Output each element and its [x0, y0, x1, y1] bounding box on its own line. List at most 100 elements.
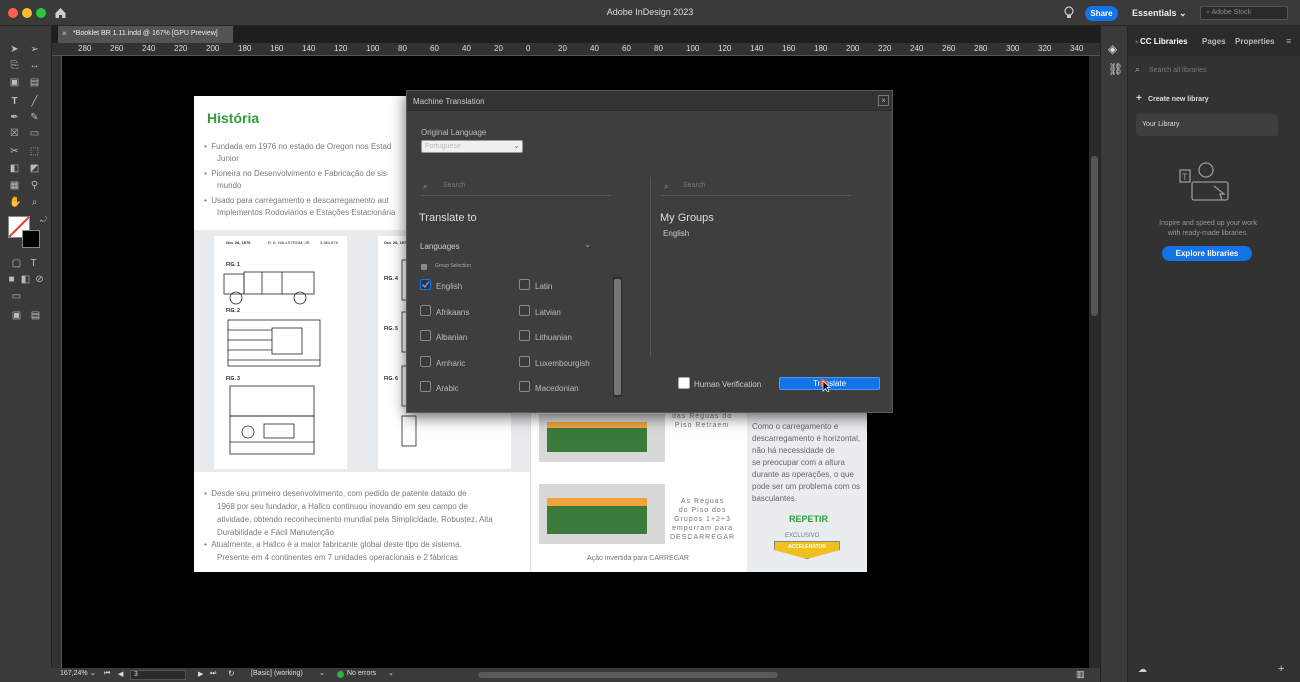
dialog-close-icon[interactable]: ×: [878, 95, 889, 106]
checkbox-lithuanian[interactable]: [519, 330, 530, 341]
page-tool-icon[interactable]: ⎘: [9, 60, 20, 71]
library-search-input[interactable]: Search all libraries: [1149, 67, 1207, 74]
chevron-down-icon[interactable]: ⌄: [584, 239, 592, 250]
close-tab-icon[interactable]: ×: [1135, 40, 1139, 46]
chevron-down-icon[interactable]: ⌄: [388, 669, 394, 677]
tab-pages[interactable]: Pages: [1202, 37, 1226, 46]
content-placer-icon[interactable]: ▤: [29, 77, 40, 88]
first-page-icon[interactable]: ⏮: [104, 670, 110, 678]
next-page-icon[interactable]: ▶: [198, 670, 203, 678]
checkbox-latin[interactable]: [519, 279, 530, 290]
group-item-english[interactable]: English: [663, 229, 689, 238]
formatting-container-icon[interactable]: ▢: [11, 258, 22, 269]
split-view-icon[interactable]: ▥: [1076, 669, 1085, 680]
workspace-switcher[interactable]: Essentials ⌄: [1132, 8, 1187, 19]
apply-color-icon[interactable]: ■: [6, 274, 17, 285]
scrollbar-thumb[interactable]: [1091, 156, 1098, 316]
ruler-tick: 120: [718, 44, 732, 53]
group-selection-checkbox[interactable]: [421, 264, 427, 270]
ruler-tick: 220: [174, 44, 188, 53]
panel-menu-icon[interactable]: ≡: [1286, 36, 1291, 46]
vertical-ruler[interactable]: [52, 56, 62, 668]
language-list-scrollbar[interactable]: [613, 277, 622, 397]
cloud-icon[interactable]: ☁: [1138, 664, 1147, 675]
plus-icon[interactable]: +: [1136, 93, 1142, 104]
share-button[interactable]: Share: [1085, 6, 1118, 21]
selection-tool-icon[interactable]: ➤: [9, 44, 20, 55]
swap-colors-icon[interactable]: ⤾: [38, 214, 49, 225]
workspace-label: Essentials: [1132, 8, 1177, 18]
horizontal-scrollbar[interactable]: [478, 672, 778, 678]
free-transform-tool-icon[interactable]: ⬚: [29, 146, 40, 157]
adobe-stock-search[interactable]: ⌕ Adobe Stock: [1200, 6, 1288, 20]
original-language-select[interactable]: Portuguese ⌄: [421, 140, 523, 153]
gap-tool-icon[interactable]: ↔: [29, 60, 40, 71]
screen-mode-icon[interactable]: ▭: [11, 291, 22, 302]
horizontal-ruler[interactable]: 280 260 240 220 200 180 160 140 120 100 80 60 40 20 0 2…: [52, 43, 1100, 56]
create-new-library-button[interactable]: Create new library: [1148, 96, 1209, 103]
zoom-field[interactable]: 167,24%: [60, 670, 92, 680]
layers-icon[interactable]: ◈: [1108, 42, 1117, 56]
type-tool-icon[interactable]: T: [9, 96, 20, 107]
checkbox-afrikaans[interactable]: [420, 305, 431, 316]
text-line: não há necessidade de: [752, 446, 835, 455]
vertical-scrollbar[interactable]: [1089, 56, 1100, 668]
normal-mode-icon[interactable]: ▣: [11, 310, 22, 321]
checkbox-luxembourgish[interactable]: [519, 356, 530, 367]
ruler-tick: 220: [878, 44, 892, 53]
hand-tool-icon[interactable]: ✋: [9, 197, 21, 208]
scrollbar-thumb[interactable]: [614, 279, 621, 395]
preflight-refresh-icon[interactable]: ↻: [228, 669, 235, 678]
cursor-icon: [819, 379, 831, 392]
chevron-down-icon[interactable]: ⌄: [90, 669, 96, 677]
direct-selection-tool-icon[interactable]: ➢: [29, 44, 40, 55]
checkbox-albanian[interactable]: [420, 330, 431, 341]
document-tab[interactable]: × *Booklet BR 1.11.indd @ 167% [GPU Prev…: [58, 26, 234, 43]
gradient-swatch-tool-icon[interactable]: ◧: [9, 163, 20, 174]
preview-mode-icon[interactable]: ▤: [30, 310, 41, 321]
eyedropper-tool-icon[interactable]: ⚲: [29, 180, 40, 191]
text-line: basculantes.: [752, 494, 797, 503]
ruler-tick: 280: [78, 44, 92, 53]
apply-none-icon[interactable]: ⊘: [34, 274, 45, 285]
pen-tool-icon[interactable]: ✒: [9, 112, 20, 123]
checkbox-amharic[interactable]: [420, 356, 431, 367]
content-collector-icon[interactable]: ▣: [9, 77, 20, 88]
your-library-item[interactable]: Your Library: [1136, 114, 1278, 136]
checkbox-english[interactable]: [420, 279, 431, 290]
lightbulb-icon[interactable]: [1064, 6, 1074, 20]
chevron-down-icon[interactable]: ⌄: [319, 669, 325, 677]
note-tool-icon[interactable]: ▦: [9, 180, 20, 191]
stroke-swatch[interactable]: [22, 230, 40, 248]
close-tab-icon[interactable]: ×: [62, 29, 67, 38]
search-input-left[interactable]: Search: [443, 182, 465, 189]
languages-label: Languages: [420, 242, 460, 251]
checkbox-arabic[interactable]: [420, 381, 431, 392]
scissors-tool-icon[interactable]: ✂: [9, 146, 20, 157]
zoom-tool-icon[interactable]: ⌕: [29, 197, 40, 208]
links-icon[interactable]: ⛓: [1108, 62, 1123, 76]
checkbox-latvian[interactable]: [519, 305, 530, 316]
checkbox-macedonian[interactable]: [519, 381, 530, 392]
preflight-profile[interactable]: [Basic] (working): [251, 670, 303, 677]
search-input-right[interactable]: Search: [683, 182, 705, 189]
formatting-text-icon[interactable]: T: [28, 258, 39, 269]
error-status[interactable]: No errors: [347, 670, 376, 677]
tab-cc-libraries[interactable]: CC Libraries: [1140, 37, 1188, 46]
rectangle-frame-tool-icon[interactable]: ☒: [9, 128, 20, 139]
line-tool-icon[interactable]: ╱: [29, 96, 40, 107]
tab-properties[interactable]: Properties: [1235, 37, 1287, 46]
status-bar: 167,24% ⌄ ⏮ ◀ 3 ▶ ⏭ ↻ [Basic] (working) …: [52, 668, 1100, 682]
lang-label: Afrikaans: [436, 308, 470, 317]
rectangle-tool-icon[interactable]: ▭: [29, 128, 40, 139]
dialog-title-bar[interactable]: Machine Translation ×: [407, 91, 892, 111]
apply-gradient-icon[interactable]: ◧: [20, 274, 31, 285]
explore-libraries-button[interactable]: Explore libraries: [1162, 246, 1252, 261]
page-number-field[interactable]: 3: [130, 670, 186, 680]
last-page-icon[interactable]: ⏭: [210, 670, 216, 678]
previous-page-icon[interactable]: ◀: [118, 670, 123, 678]
human-verification-checkbox[interactable]: [678, 377, 690, 389]
pencil-tool-icon[interactable]: ✎: [29, 112, 40, 123]
add-icon[interactable]: +: [1278, 663, 1284, 675]
gradient-feather-tool-icon[interactable]: ◩: [29, 163, 40, 174]
